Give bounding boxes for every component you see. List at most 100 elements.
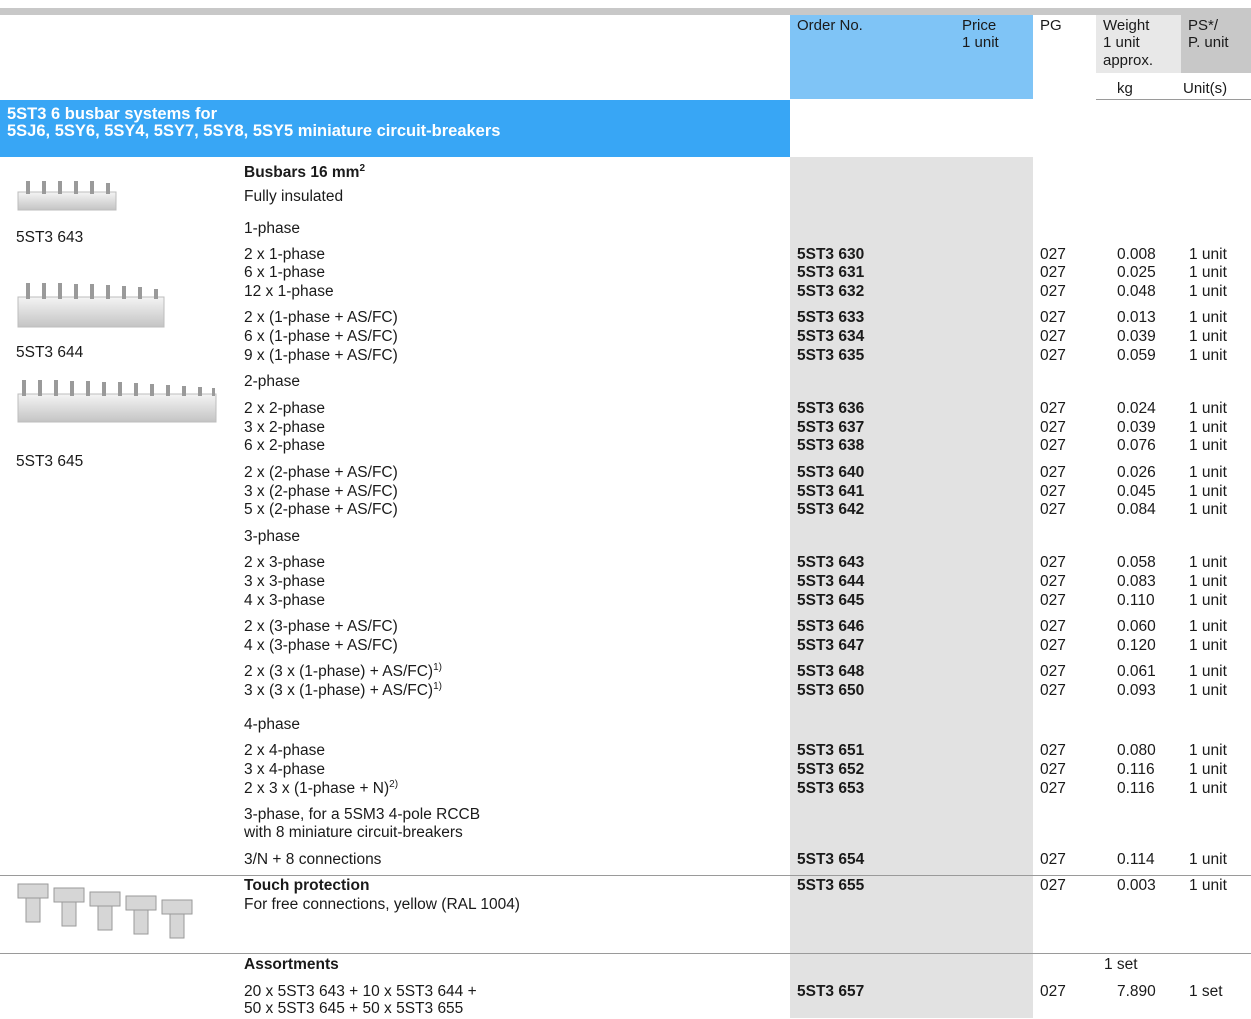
header-rule: [1096, 99, 1251, 100]
weight-cell: 0.058: [1117, 554, 1156, 571]
header-weight-approx: approx.: [1103, 52, 1154, 69]
order-no-cell: 5ST3 647: [797, 637, 865, 654]
ps-cell: 1 unit: [1189, 618, 1227, 635]
description-text: 2 x 3-phase: [244, 554, 325, 571]
divider-touch: [0, 875, 1251, 876]
weight-cell: 0.061: [1117, 663, 1156, 680]
table-row: 2 x 2-phase 5ST3 636 027 0.024 1 unit: [0, 400, 1251, 419]
image-label-643: 5ST3 643: [16, 229, 84, 246]
assort-title: Assortments: [244, 956, 339, 973]
pg-cell: 027: [1040, 742, 1066, 759]
assort-order-no: 5ST3 657: [797, 983, 865, 1000]
busbar-643-image: [17, 181, 117, 211]
description-text: 6 x 2-phase: [244, 437, 325, 454]
pg-cell: 027: [1040, 501, 1066, 518]
table-row: 2 x (3-phase + AS/FC) 5ST3 646 027 0.060 1 u…: [0, 618, 1251, 637]
pg-cell: 027: [1040, 780, 1066, 797]
description-cell: 4 x 3-phase: [244, 592, 325, 611]
weight-cell: 0.024: [1117, 400, 1156, 417]
table-row: 6 x 2-phase 5ST3 638 027 0.076 1 unit: [0, 437, 1251, 456]
order-no-cell: 5ST3 634: [797, 328, 865, 345]
description-text: 4 x (3-phase + AS/FC): [244, 637, 398, 654]
description-text: 2 x (1-phase + AS/FC): [244, 309, 398, 326]
description-cell: 2 x (3-phase + AS/FC): [244, 618, 398, 637]
touch-ps: 1 unit: [1189, 877, 1227, 894]
ps-cell: 1 unit: [1189, 400, 1227, 417]
order-no-cell: 5ST3 650: [797, 682, 865, 699]
weight-cell: 0.008: [1117, 246, 1156, 263]
weight-cell: 0.013: [1117, 309, 1156, 326]
description-cell: 3 x 3-phase: [244, 573, 325, 592]
ps-cell: 1 unit: [1189, 501, 1227, 518]
description-text: 2 x 2-phase: [244, 400, 325, 417]
weight-cell: 0.080: [1117, 742, 1156, 759]
ps-cell: 1 unit: [1189, 419, 1227, 436]
pg-cell: 027: [1040, 246, 1066, 263]
top-rule: [0, 8, 1251, 15]
description-text: 2 x (3-phase + AS/FC): [244, 618, 398, 635]
header-weight-unit: 1 unit: [1103, 34, 1140, 51]
header-price: Price: [962, 17, 997, 34]
ps-cell: 1 unit: [1189, 309, 1227, 326]
table-row: 5 x (2-phase + AS/FC) 5ST3 642 027 0.084 1 u…: [0, 501, 1251, 520]
table-row: 2 x (3 x (1-phase) + AS/FC)1) 5ST3 648 027…: [0, 661, 1251, 682]
ps-cell: 1 unit: [1189, 464, 1227, 481]
ps-cell: 1 unit: [1189, 780, 1227, 797]
subhead-2-phase: 2-phase: [244, 373, 301, 390]
subhead-rccb-line1: 3-phase, for a 5SM3 4-pole RCCB: [244, 806, 481, 823]
order-no-cell: 5ST3 630: [797, 246, 865, 263]
order-no-cell: 5ST3 632: [797, 283, 865, 300]
description-text: 3 x 2-phase: [244, 419, 325, 436]
order-no-cell: 5ST3 643: [797, 554, 865, 571]
table-row: 9 x (1-phase + AS/FC) 5ST3 635 027 0.059 1 u…: [0, 347, 1251, 366]
description-text: 6 x (1-phase + AS/FC): [244, 328, 398, 345]
touch-protection-image: [17, 883, 193, 939]
table-row: 2 x 3-phase 5ST3 643 027 0.058 1 unit: [0, 554, 1251, 573]
pg-cell: 027: [1040, 419, 1066, 436]
pg-cell: 027: [1040, 554, 1066, 571]
header-ps-units: Unit(s): [1183, 80, 1228, 97]
table-row: 6 x (1-phase + AS/FC) 5ST3 634 027 0.039 1 u…: [0, 328, 1251, 347]
touch-pg: 027: [1040, 877, 1066, 894]
subhead-4-phase: 4-phase: [244, 716, 301, 733]
ps-cell: 1 unit: [1189, 554, 1227, 571]
assort-ps: 1 set: [1189, 983, 1223, 1000]
ps-cell: 1 unit: [1189, 328, 1227, 345]
description-cell: 3 x (3 x (1-phase) + AS/FC)1): [244, 681, 442, 701]
section-title: 5ST3 6 busbar systems for 5SJ6, 5SY6, 5S…: [0, 100, 790, 157]
assort-weight-note: 1 set: [1104, 956, 1138, 973]
table-row: 2 x 1-phase 5ST3 630 027 0.008 1 unit: [0, 246, 1251, 265]
description-text: 2 x (3 x (1-phase) + AS/FC): [244, 663, 434, 680]
order-no-cell: 5ST3 640: [797, 464, 865, 481]
subhead-1-phase: 1-phase: [244, 220, 301, 237]
table-row: 6 x 1-phase 5ST3 631 027 0.025 1 unit: [0, 264, 1251, 283]
header-weight: Weight: [1103, 17, 1150, 34]
ps-cell: 1 unit: [1189, 851, 1227, 868]
table-row: 3 x 2-phase 5ST3 637 027 0.039 1 unit: [0, 419, 1251, 438]
ps-cell: 1 unit: [1189, 742, 1227, 759]
footnote-ref: 2): [389, 778, 399, 790]
description-cell: 5 x (2-phase + AS/FC): [244, 501, 398, 520]
weight-cell: 0.059: [1117, 347, 1156, 364]
description-cell: 2 x 2-phase: [244, 400, 325, 419]
assort-line2: 50 x 5ST3 645 + 50 x 5ST3 655: [244, 1000, 464, 1017]
assort-pg: 027: [1040, 983, 1066, 1000]
pg-cell: 027: [1040, 328, 1066, 345]
touch-order-no: 5ST3 655: [797, 877, 865, 894]
order-no-cell: 5ST3 654: [797, 851, 865, 868]
description-text: 2 x 3 x (1-phase + N): [244, 780, 390, 797]
touch-desc: For free connections, yellow (RAL 1004): [244, 896, 520, 913]
ps-cell: 1 unit: [1189, 483, 1227, 500]
description-text: 2 x (2-phase + AS/FC): [244, 464, 398, 481]
table-row: 2 x (1-phase + AS/FC) 5ST3 633 027 0.013 1 u…: [0, 309, 1251, 328]
order-no-cell: 5ST3 641: [797, 483, 865, 500]
description-cell: 3 x 4-phase: [244, 761, 325, 780]
weight-cell: 0.045: [1117, 483, 1156, 500]
footnote-ref: 1): [433, 661, 442, 673]
table-row: 2 x 4-phase 5ST3 651 027 0.080 1 unit: [0, 742, 1251, 761]
busbars-title: Busbars 16 mm2: [244, 162, 366, 181]
ps-cell: 1 unit: [1189, 637, 1227, 654]
order-no-cell: 5ST3 638: [797, 437, 865, 454]
weight-cell: 0.025: [1117, 264, 1156, 281]
description-cell: 4 x (3-phase + AS/FC): [244, 637, 398, 656]
